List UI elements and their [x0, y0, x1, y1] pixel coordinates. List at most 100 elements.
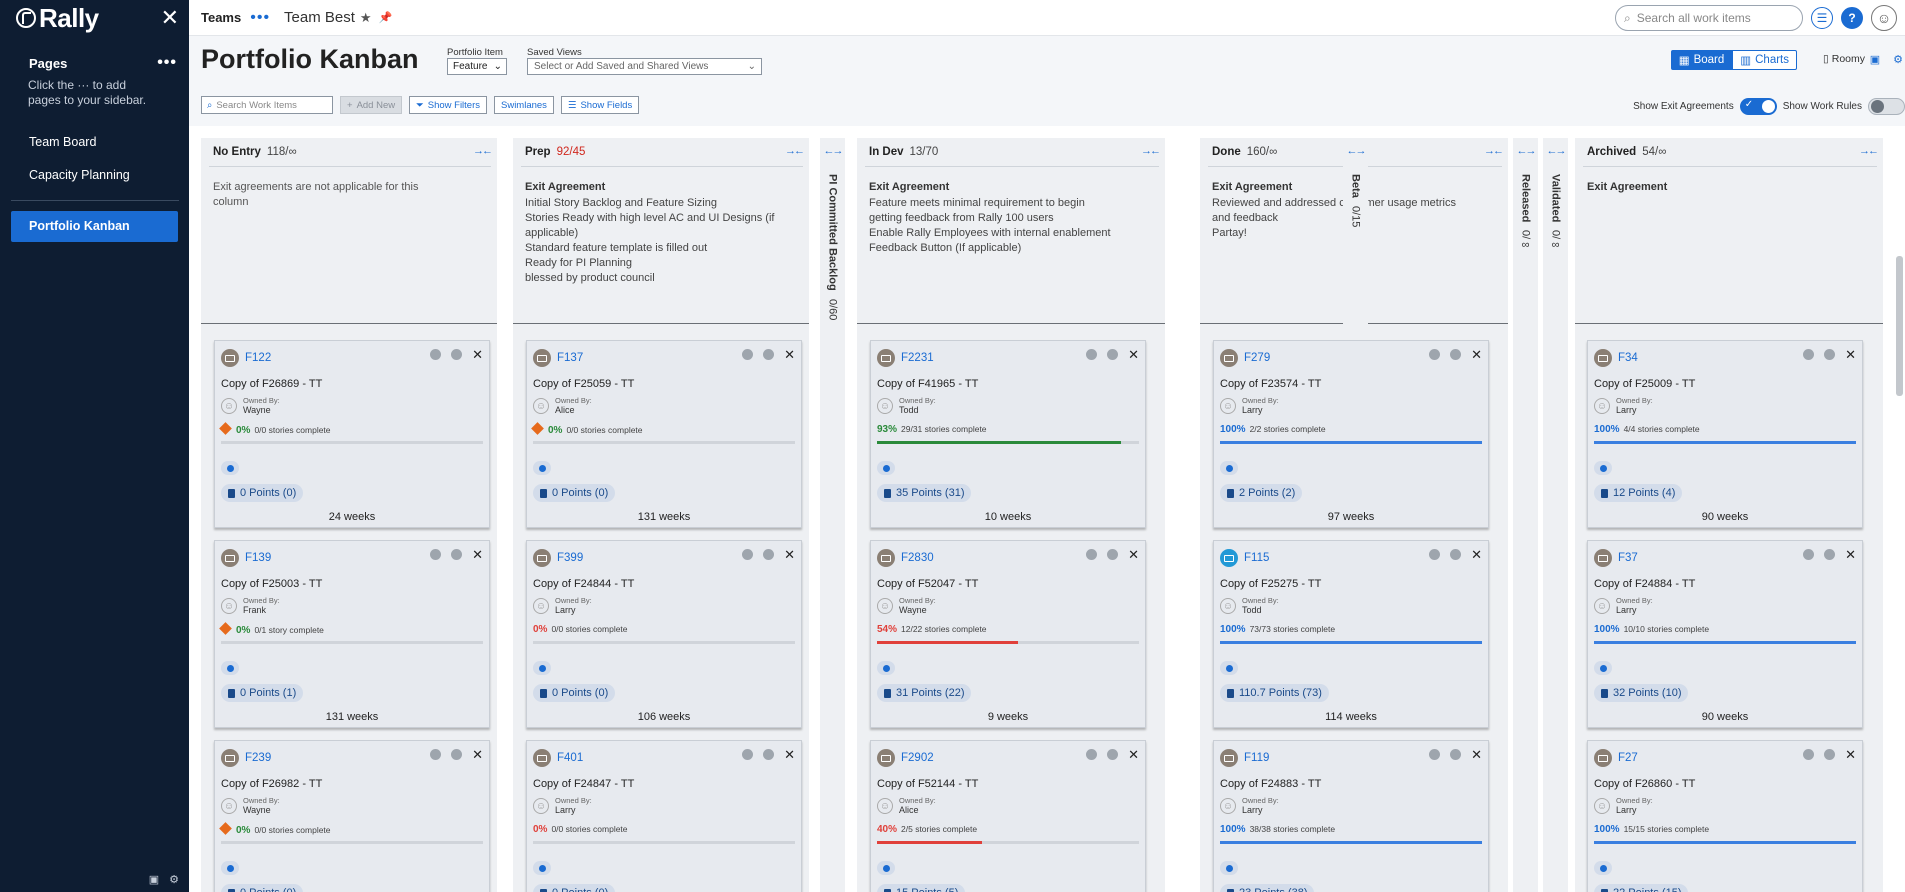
close-card-icon[interactable]: ✕: [1471, 548, 1482, 561]
discussion-icon[interactable]: [221, 861, 239, 875]
discussion-icon[interactable]: [877, 461, 895, 475]
blocked-icon[interactable]: [763, 549, 775, 560]
user-avatar[interactable]: ☺: [1871, 5, 1897, 31]
blocked-icon[interactable]: [451, 349, 463, 360]
collapsed-column[interactable]: ←→ Released 0/∞: [1513, 138, 1538, 892]
collapse-column-icon[interactable]: →←: [473, 145, 493, 157]
blocked-icon[interactable]: [1107, 749, 1119, 760]
points-badge[interactable]: 15 Points (5): [877, 884, 966, 892]
discussion-icon[interactable]: [533, 861, 551, 875]
blocked-icon[interactable]: [1450, 349, 1462, 360]
discussion-icon[interactable]: [1594, 661, 1612, 675]
swimlanes-button[interactable]: Swimlanes: [494, 96, 554, 114]
close-sidebar-icon[interactable]: ✕: [161, 7, 179, 29]
card-id-link[interactable]: F279: [1244, 352, 1270, 364]
close-card-icon[interactable]: ✕: [1471, 748, 1482, 761]
points-badge[interactable]: 0 Points (0): [221, 484, 304, 502]
search-work-items-input[interactable]: ⌕ Search Work Items: [201, 96, 333, 114]
card-id-link[interactable]: F2902: [901, 752, 934, 764]
sidebar-item-portfolio-kanban[interactable]: Portfolio Kanban: [11, 211, 178, 242]
points-badge[interactable]: 0 Points (0): [221, 884, 304, 892]
discussion-icon[interactable]: [1594, 461, 1612, 475]
discussion-icon[interactable]: [1220, 461, 1238, 475]
ready-check-icon[interactable]: [742, 349, 754, 360]
close-card-icon[interactable]: ✕: [784, 348, 795, 361]
discussion-icon[interactable]: [533, 661, 551, 675]
feature-card[interactable]: F115 ✕ Copy of F25275 - TT ☺ Owned By: Todd 10…: [1213, 540, 1489, 728]
pages-more-icon[interactable]: •••: [157, 54, 177, 72]
collapse-column-icon[interactable]: →←: [1141, 145, 1161, 157]
points-badge[interactable]: 31 Points (22): [877, 684, 972, 702]
collapse-column-icon[interactable]: →←: [1859, 145, 1879, 157]
discussion-icon[interactable]: [877, 661, 895, 675]
blocked-icon[interactable]: [763, 749, 775, 760]
gear-icon[interactable]: ⚙: [1893, 53, 1903, 66]
ready-check-icon[interactable]: [1803, 549, 1815, 560]
global-search-input[interactable]: ⌕ Search all work items: [1615, 5, 1803, 31]
card-id-link[interactable]: F239: [245, 752, 271, 764]
discussion-icon[interactable]: [221, 661, 239, 675]
points-badge[interactable]: 22 Points (15): [1594, 884, 1689, 892]
pin-icon[interactable]: 📌: [379, 11, 393, 24]
card-id-link[interactable]: F2830: [901, 552, 934, 564]
sidebar-item-capacity-planning[interactable]: Capacity Planning: [0, 159, 189, 192]
ready-check-icon[interactable]: [1086, 349, 1098, 360]
points-badge[interactable]: 0 Points (0): [533, 484, 616, 502]
collapse-column-icon[interactable]: →←: [1484, 145, 1504, 157]
discussion-icon[interactable]: [533, 461, 551, 475]
ready-check-icon[interactable]: [430, 749, 442, 760]
card-id-link[interactable]: F2231: [901, 352, 934, 364]
collapsed-column[interactable]: ←→ Validated 0/∞: [1543, 138, 1568, 892]
ready-check-icon[interactable]: [430, 549, 442, 560]
ready-check-icon[interactable]: [1086, 749, 1098, 760]
ready-check-icon[interactable]: [1429, 549, 1441, 560]
add-new-button[interactable]: + Add New: [340, 96, 403, 114]
blocked-icon[interactable]: [1107, 349, 1119, 360]
points-badge[interactable]: 0 Points (0): [533, 884, 616, 892]
close-card-icon[interactable]: ✕: [1128, 548, 1139, 561]
card-id-link[interactable]: F139: [245, 552, 271, 564]
teams-more-icon[interactable]: •••: [250, 9, 270, 27]
close-card-icon[interactable]: ✕: [1128, 348, 1139, 361]
points-badge[interactable]: 32 Points (10): [1594, 684, 1689, 702]
feature-card[interactable]: F239 ✕ Copy of F26982 - TT ☺ Owned By: Wayne 0…: [214, 740, 490, 892]
blocked-icon[interactable]: [1107, 549, 1119, 560]
close-card-icon[interactable]: ✕: [1845, 348, 1856, 361]
points-badge[interactable]: 110.7 Points (73): [1220, 684, 1329, 702]
feature-card[interactable]: F2902 ✕ Copy of F52144 - TT ☺ Owned By: Alice…: [870, 740, 1146, 892]
feature-card[interactable]: F2231 ✕ Copy of F41965 - TT ☺ Owned By: Todd 9…: [870, 340, 1146, 528]
points-badge[interactable]: 0 Points (0): [533, 684, 616, 702]
collapse-column-icon[interactable]: →←: [785, 145, 805, 157]
expand-column-icon[interactable]: ←→: [1543, 145, 1568, 157]
ready-check-icon[interactable]: [1429, 749, 1441, 760]
card-id-link[interactable]: F122: [245, 352, 271, 364]
close-card-icon[interactable]: ✕: [1845, 548, 1856, 561]
ready-check-icon[interactable]: [1429, 349, 1441, 360]
close-card-icon[interactable]: ✕: [1471, 348, 1482, 361]
teams-label[interactable]: Teams: [201, 10, 241, 25]
expand-column-icon[interactable]: ←→: [1343, 145, 1368, 157]
sidebar-item-team-board[interactable]: Team Board: [0, 126, 189, 159]
blocked-icon[interactable]: [1450, 749, 1462, 760]
help-icon[interactable]: ?: [1841, 7, 1863, 29]
card-id-link[interactable]: F115: [1244, 552, 1269, 564]
feature-card[interactable]: F399 ✕ Copy of F24844 - TT ☺ Owned By: Larry 0…: [526, 540, 802, 728]
feature-card[interactable]: F137 ✕ Copy of F25059 - TT ☺ Owned By: Alice 0…: [526, 340, 802, 528]
card-id-link[interactable]: F401: [557, 752, 583, 764]
points-badge[interactable]: 2 Points (2): [1220, 484, 1303, 502]
discussion-icon[interactable]: [1220, 661, 1238, 675]
show-filters-button[interactable]: ⏷ Show Filters: [409, 96, 487, 114]
sidebar-settings-icon[interactable]: ⚙: [169, 873, 179, 886]
points-badge[interactable]: 23 Points (38): [1220, 884, 1315, 892]
blocked-icon[interactable]: [1824, 549, 1836, 560]
blocked-icon[interactable]: [1824, 349, 1836, 360]
show-fields-button[interactable]: ☰ Show Fields: [560, 96, 640, 114]
close-card-icon[interactable]: ✕: [472, 348, 483, 361]
blocked-icon[interactable]: [763, 349, 775, 360]
close-card-icon[interactable]: ✕: [472, 548, 483, 561]
saved-views-select[interactable]: Select or Add Saved and Shared Views ⌄: [527, 58, 762, 75]
card-id-link[interactable]: F34: [1618, 352, 1638, 364]
board-view-button[interactable]: ▦ Board: [1670, 50, 1733, 70]
card-id-link[interactable]: F119: [1244, 752, 1269, 764]
card-id-link[interactable]: F27: [1618, 752, 1638, 764]
